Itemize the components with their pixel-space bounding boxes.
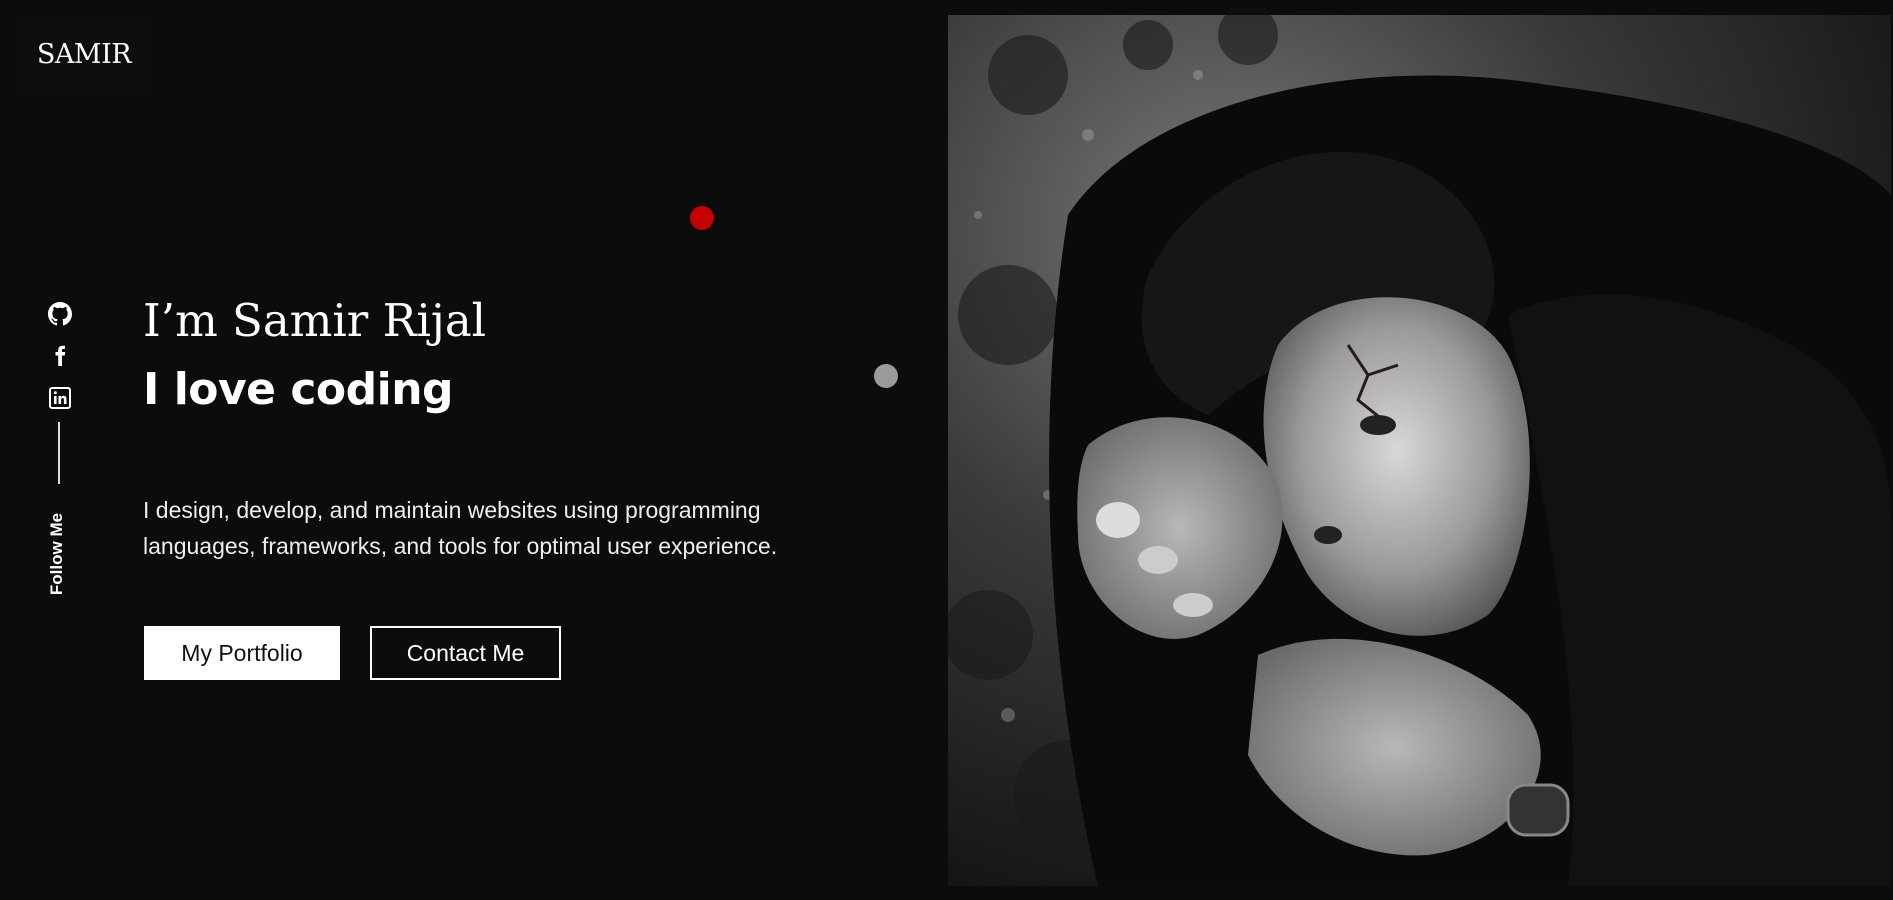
hero-title: I’m Samir Rijal [143,294,487,347]
follow-me-label: Follow Me [47,512,66,596]
facebook-icon[interactable] [46,342,74,370]
linkedin-icon[interactable] [46,384,74,412]
gray-dot-decoration [874,364,898,388]
red-dot-decoration [690,206,714,230]
social-rail-divider [58,422,60,484]
my-portfolio-button[interactable]: My Portfolio [144,626,340,680]
logo[interactable]: SAMIR [18,18,150,90]
contact-me-button[interactable]: Contact Me [370,626,561,680]
hero-subtitle: I love coding [143,364,454,415]
logo-text: SAMIR [36,38,132,70]
github-icon[interactable] [46,300,74,328]
hero-description: I design, develop, and maintain websites… [143,497,778,559]
hero-portrait-image [948,15,1891,886]
